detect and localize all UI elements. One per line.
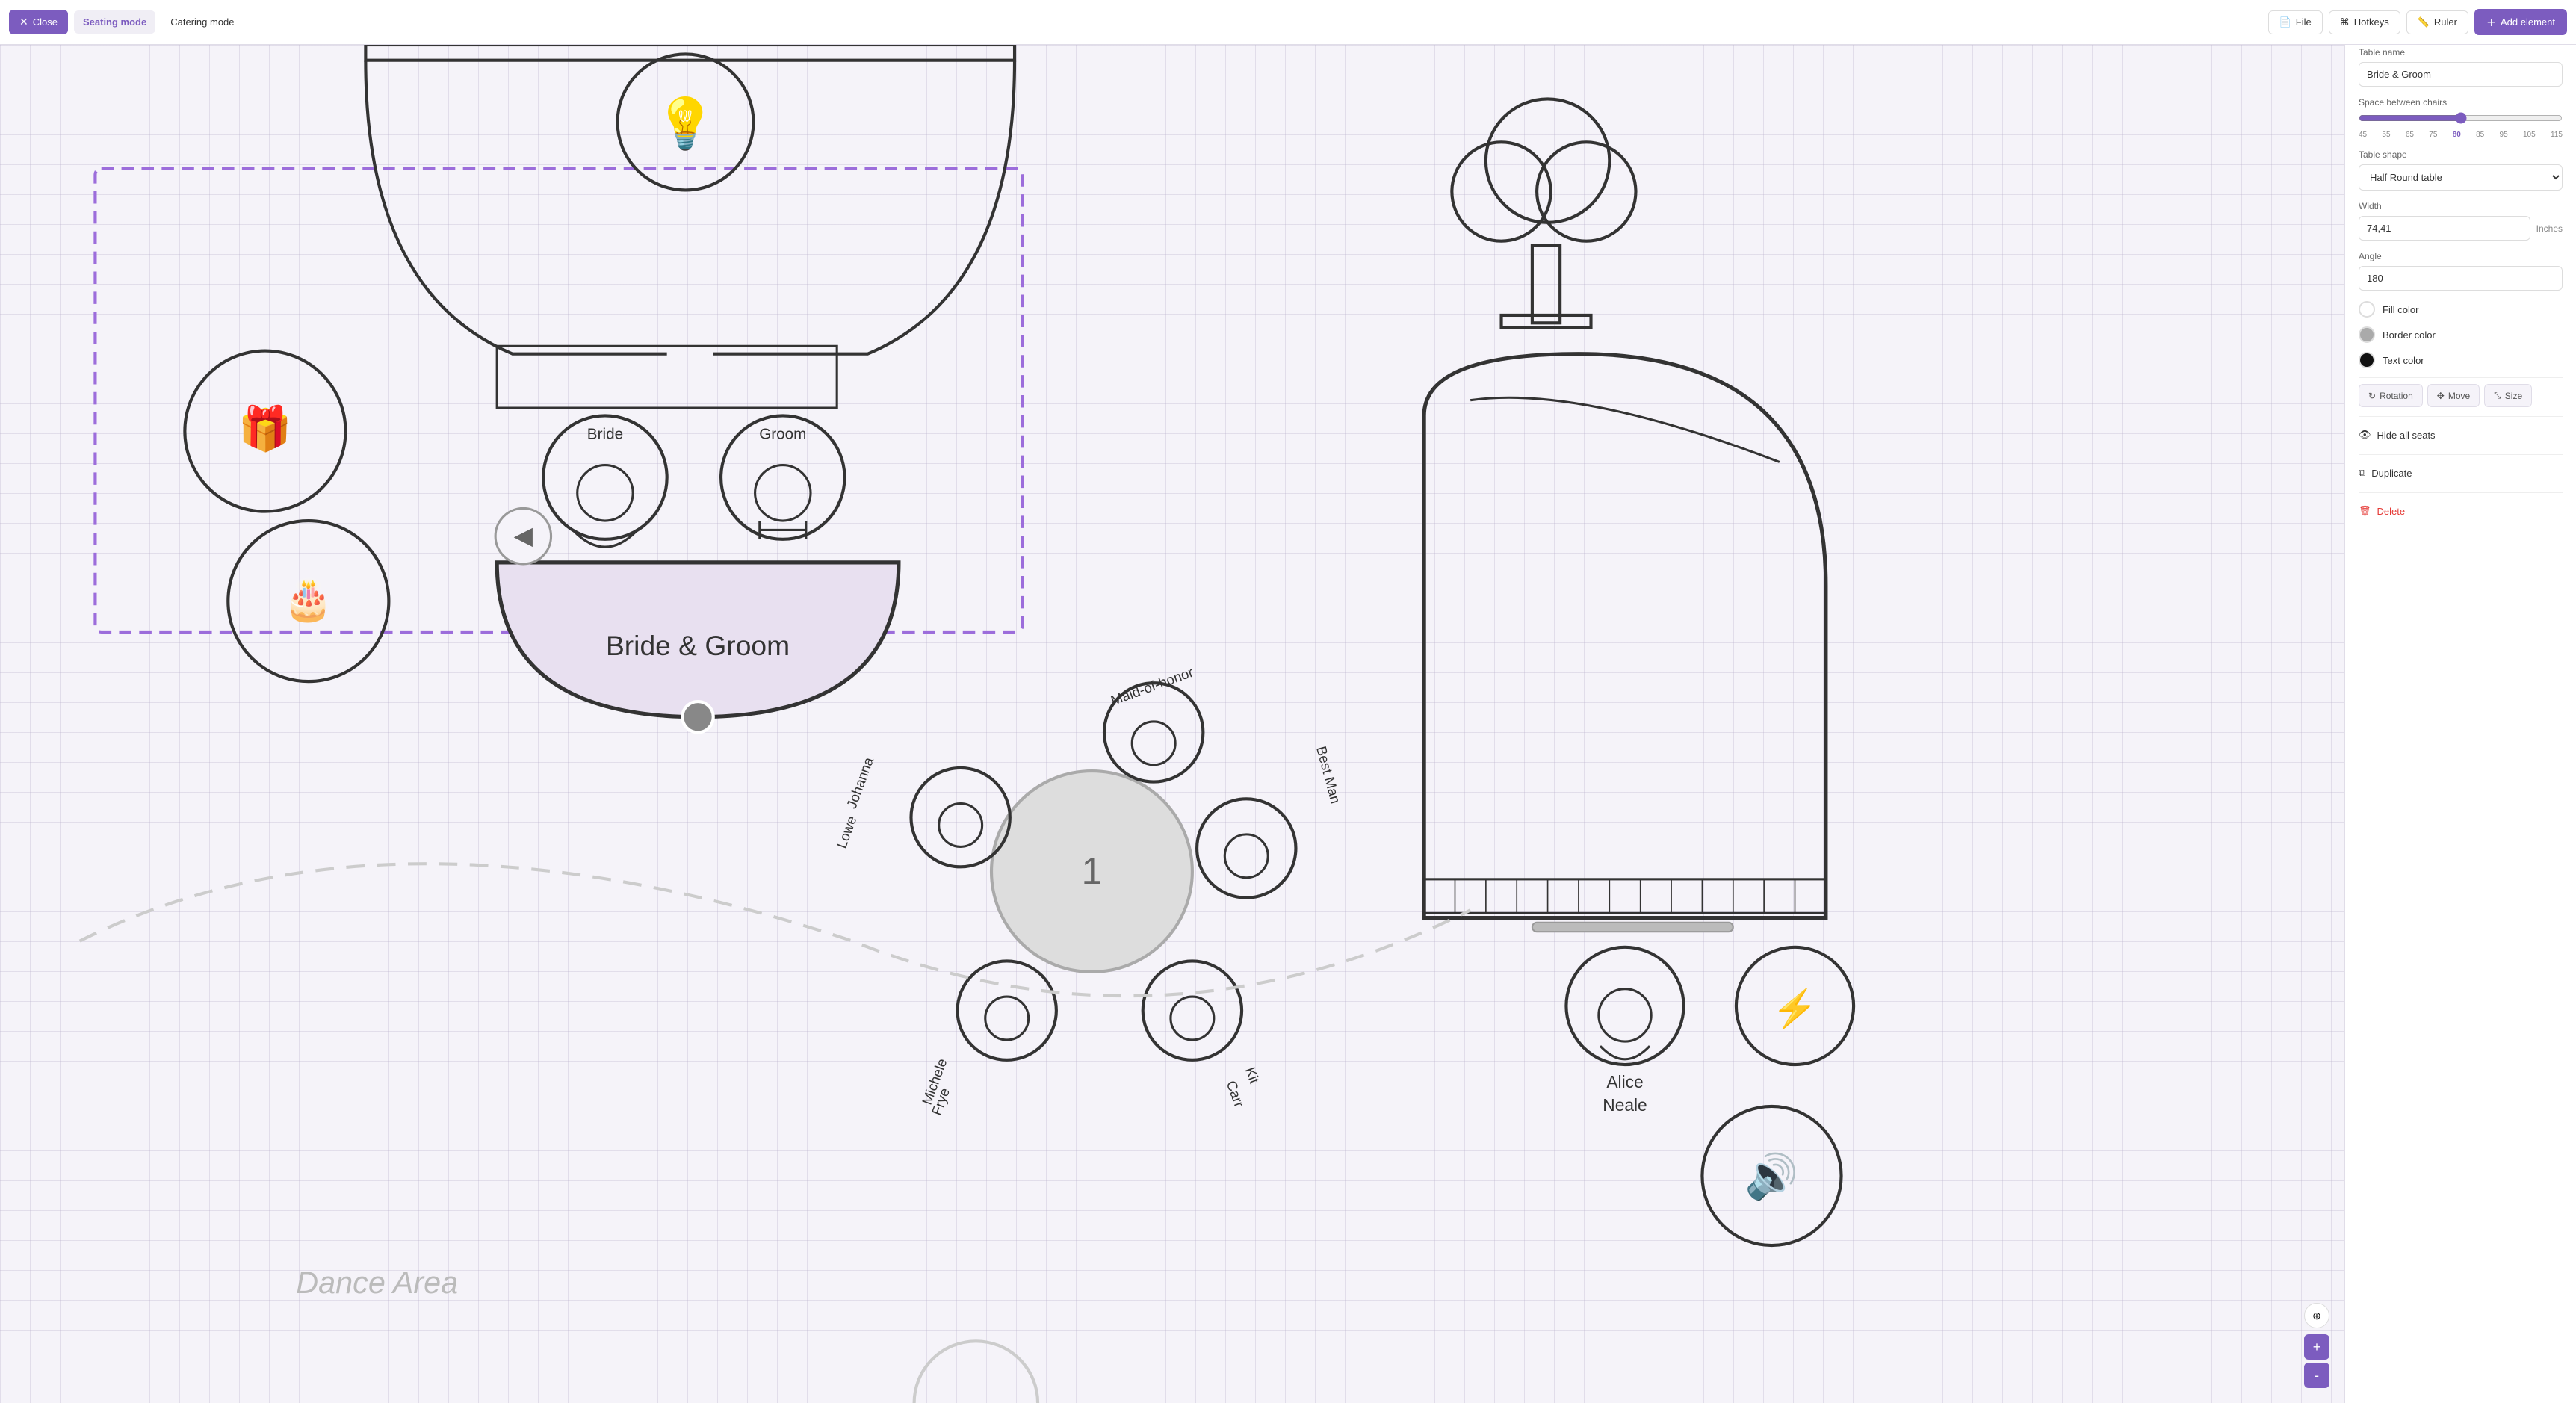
catering-mode-button[interactable]: Catering mode xyxy=(161,10,243,34)
svg-text:Alice: Alice xyxy=(1606,1072,1643,1091)
file-label: File xyxy=(2296,16,2312,28)
svg-text:Lowe: Lowe xyxy=(834,814,860,850)
width-input[interactable] xyxy=(2359,216,2530,241)
duplicate-label: Duplicate xyxy=(2371,468,2412,479)
action-row: ↻ Rotation ✥ Move ⤡ Size xyxy=(2359,384,2563,407)
hotkeys-label: Hotkeys xyxy=(2354,16,2389,28)
table-shape-select[interactable]: Half Round table xyxy=(2359,164,2563,191)
move-icon: ✥ xyxy=(2437,391,2445,401)
svg-text:Best Man: Best Man xyxy=(1313,744,1344,805)
svg-text:Johanna: Johanna xyxy=(843,755,876,811)
size-icon: ⤡ xyxy=(2494,390,2501,401)
rotation-button[interactable]: ↻ Rotation xyxy=(2359,384,2423,407)
svg-text:⚡: ⚡ xyxy=(1772,988,1818,1031)
zoom-out-button[interactable]: - xyxy=(2304,1363,2329,1388)
fill-color-swatch[interactable] xyxy=(2359,301,2375,318)
fill-color-option: Fill color xyxy=(2359,301,2563,318)
space-between-chairs-label: Space between chairs xyxy=(2359,97,2563,108)
close-label: Close xyxy=(33,16,58,28)
move-label: Move xyxy=(2448,391,2470,401)
svg-text:1: 1 xyxy=(1082,850,1103,892)
delete-action[interactable]: 🗑 Delete xyxy=(2359,499,2563,523)
width-row: Inches xyxy=(2359,216,2563,241)
text-color-option: Text color xyxy=(2359,352,2563,368)
svg-text:🎁: 🎁 xyxy=(238,404,292,453)
width-unit: Inches xyxy=(2536,223,2563,234)
plus-icon: ＋ xyxy=(2486,15,2496,29)
hide-seats-action[interactable]: 👁 Hide all seats xyxy=(2359,423,2563,447)
zoom-out-icon: - xyxy=(2315,1368,2319,1384)
svg-text:Bride: Bride xyxy=(587,425,623,442)
close-icon: ✕ xyxy=(19,16,28,28)
svg-text:Dance Area: Dance Area xyxy=(296,1266,458,1300)
hide-seats-label: Hide all seats xyxy=(2377,430,2436,441)
svg-text:Kit: Kit xyxy=(1242,1065,1263,1086)
file-button[interactable]: 📄 File xyxy=(2268,10,2323,34)
zoom-controls: ⊕ + - xyxy=(2304,1303,2329,1388)
ruler-button[interactable]: 📏 Ruler xyxy=(2406,10,2468,34)
canvas-svg: 🎁 🎂 💡 Bride Groom Bride & Groom ◀ xyxy=(0,45,2344,1403)
zoom-in-icon: + xyxy=(2313,1339,2321,1355)
right-panel: Table Table name Space between chairs 45… xyxy=(2344,0,2576,1403)
divider-1 xyxy=(2359,377,2563,378)
fill-color-label: Fill color xyxy=(2383,304,2418,315)
svg-text:Groom: Groom xyxy=(759,425,806,442)
zoom-in-button[interactable]: + xyxy=(2304,1334,2329,1360)
svg-text:💡: 💡 xyxy=(654,96,716,152)
table-name-input[interactable] xyxy=(2359,62,2563,87)
svg-text:🎂: 🎂 xyxy=(283,575,333,624)
angle-label: Angle xyxy=(2359,251,2563,261)
svg-text:Carr: Carr xyxy=(1224,1079,1248,1109)
text-color-label: Text color xyxy=(2383,355,2424,366)
width-label: Width xyxy=(2359,201,2563,211)
close-button[interactable]: ✕ Close xyxy=(9,10,68,34)
duplicate-icon: ⧉ xyxy=(2359,467,2365,479)
svg-text:Neale: Neale xyxy=(1603,1095,1647,1115)
delete-icon: 🗑 xyxy=(2359,505,2371,517)
table-shape-label: Table shape xyxy=(2359,149,2563,160)
add-element-button[interactable]: ＋ Add element xyxy=(2474,9,2567,35)
catering-mode-label: Catering mode xyxy=(170,16,234,28)
compass-button[interactable]: ⊕ xyxy=(2304,1303,2329,1328)
rotation-icon: ↻ xyxy=(2368,391,2376,401)
space-slider-section: 45 55 65 75 80 85 95 105 115 xyxy=(2359,112,2563,139)
canvas-area[interactable]: 🎁 🎂 💡 Bride Groom Bride & Groom ◀ xyxy=(0,45,2344,1403)
hotkeys-button[interactable]: ⌘ Hotkeys xyxy=(2329,10,2400,34)
rotation-label: Rotation xyxy=(2380,391,2413,401)
size-label: Size xyxy=(2505,391,2522,401)
delete-label: Delete xyxy=(2377,506,2406,517)
toolbar-right: 📄 File ⌘ Hotkeys 📏 Ruler ＋ Add element xyxy=(2268,9,2567,35)
seating-mode-label: Seating mode xyxy=(83,16,146,28)
duplicate-action[interactable]: ⧉ Duplicate xyxy=(2359,461,2563,485)
divider-3 xyxy=(2359,454,2563,455)
angle-input[interactable] xyxy=(2359,266,2563,291)
border-color-option: Border color xyxy=(2359,326,2563,343)
size-button[interactable]: ⤡ Size xyxy=(2484,384,2532,407)
table-name-label: Table name xyxy=(2359,47,2563,58)
border-color-swatch[interactable] xyxy=(2359,326,2375,343)
ruler-icon: 📏 xyxy=(2418,16,2430,28)
seating-mode-button[interactable]: Seating mode xyxy=(74,10,155,34)
svg-text:Maid-of-honor: Maid-of-honor xyxy=(1109,664,1195,708)
text-color-swatch[interactable] xyxy=(2359,352,2375,368)
toolbar: ✕ Close Seating mode Catering mode 📄 Fil… xyxy=(0,0,2576,45)
move-button[interactable]: ✥ Move xyxy=(2427,384,2480,407)
add-element-label: Add element xyxy=(2501,16,2555,28)
border-color-label: Border color xyxy=(2383,329,2436,341)
space-slider[interactable] xyxy=(2359,112,2563,124)
svg-text:🔊: 🔊 xyxy=(1744,1150,1798,1203)
svg-text:Bride & Groom: Bride & Groom xyxy=(606,630,790,661)
divider-4 xyxy=(2359,492,2563,493)
svg-text:◀: ◀ xyxy=(514,522,533,550)
ruler-label: Ruler xyxy=(2434,16,2457,28)
divider-2 xyxy=(2359,416,2563,417)
slider-labels: 45 55 65 75 80 85 95 105 115 xyxy=(2359,131,2563,139)
file-icon: 📄 xyxy=(2279,16,2291,28)
hide-seats-icon: 👁 xyxy=(2359,429,2371,441)
hotkeys-icon: ⌘ xyxy=(2340,16,2350,28)
